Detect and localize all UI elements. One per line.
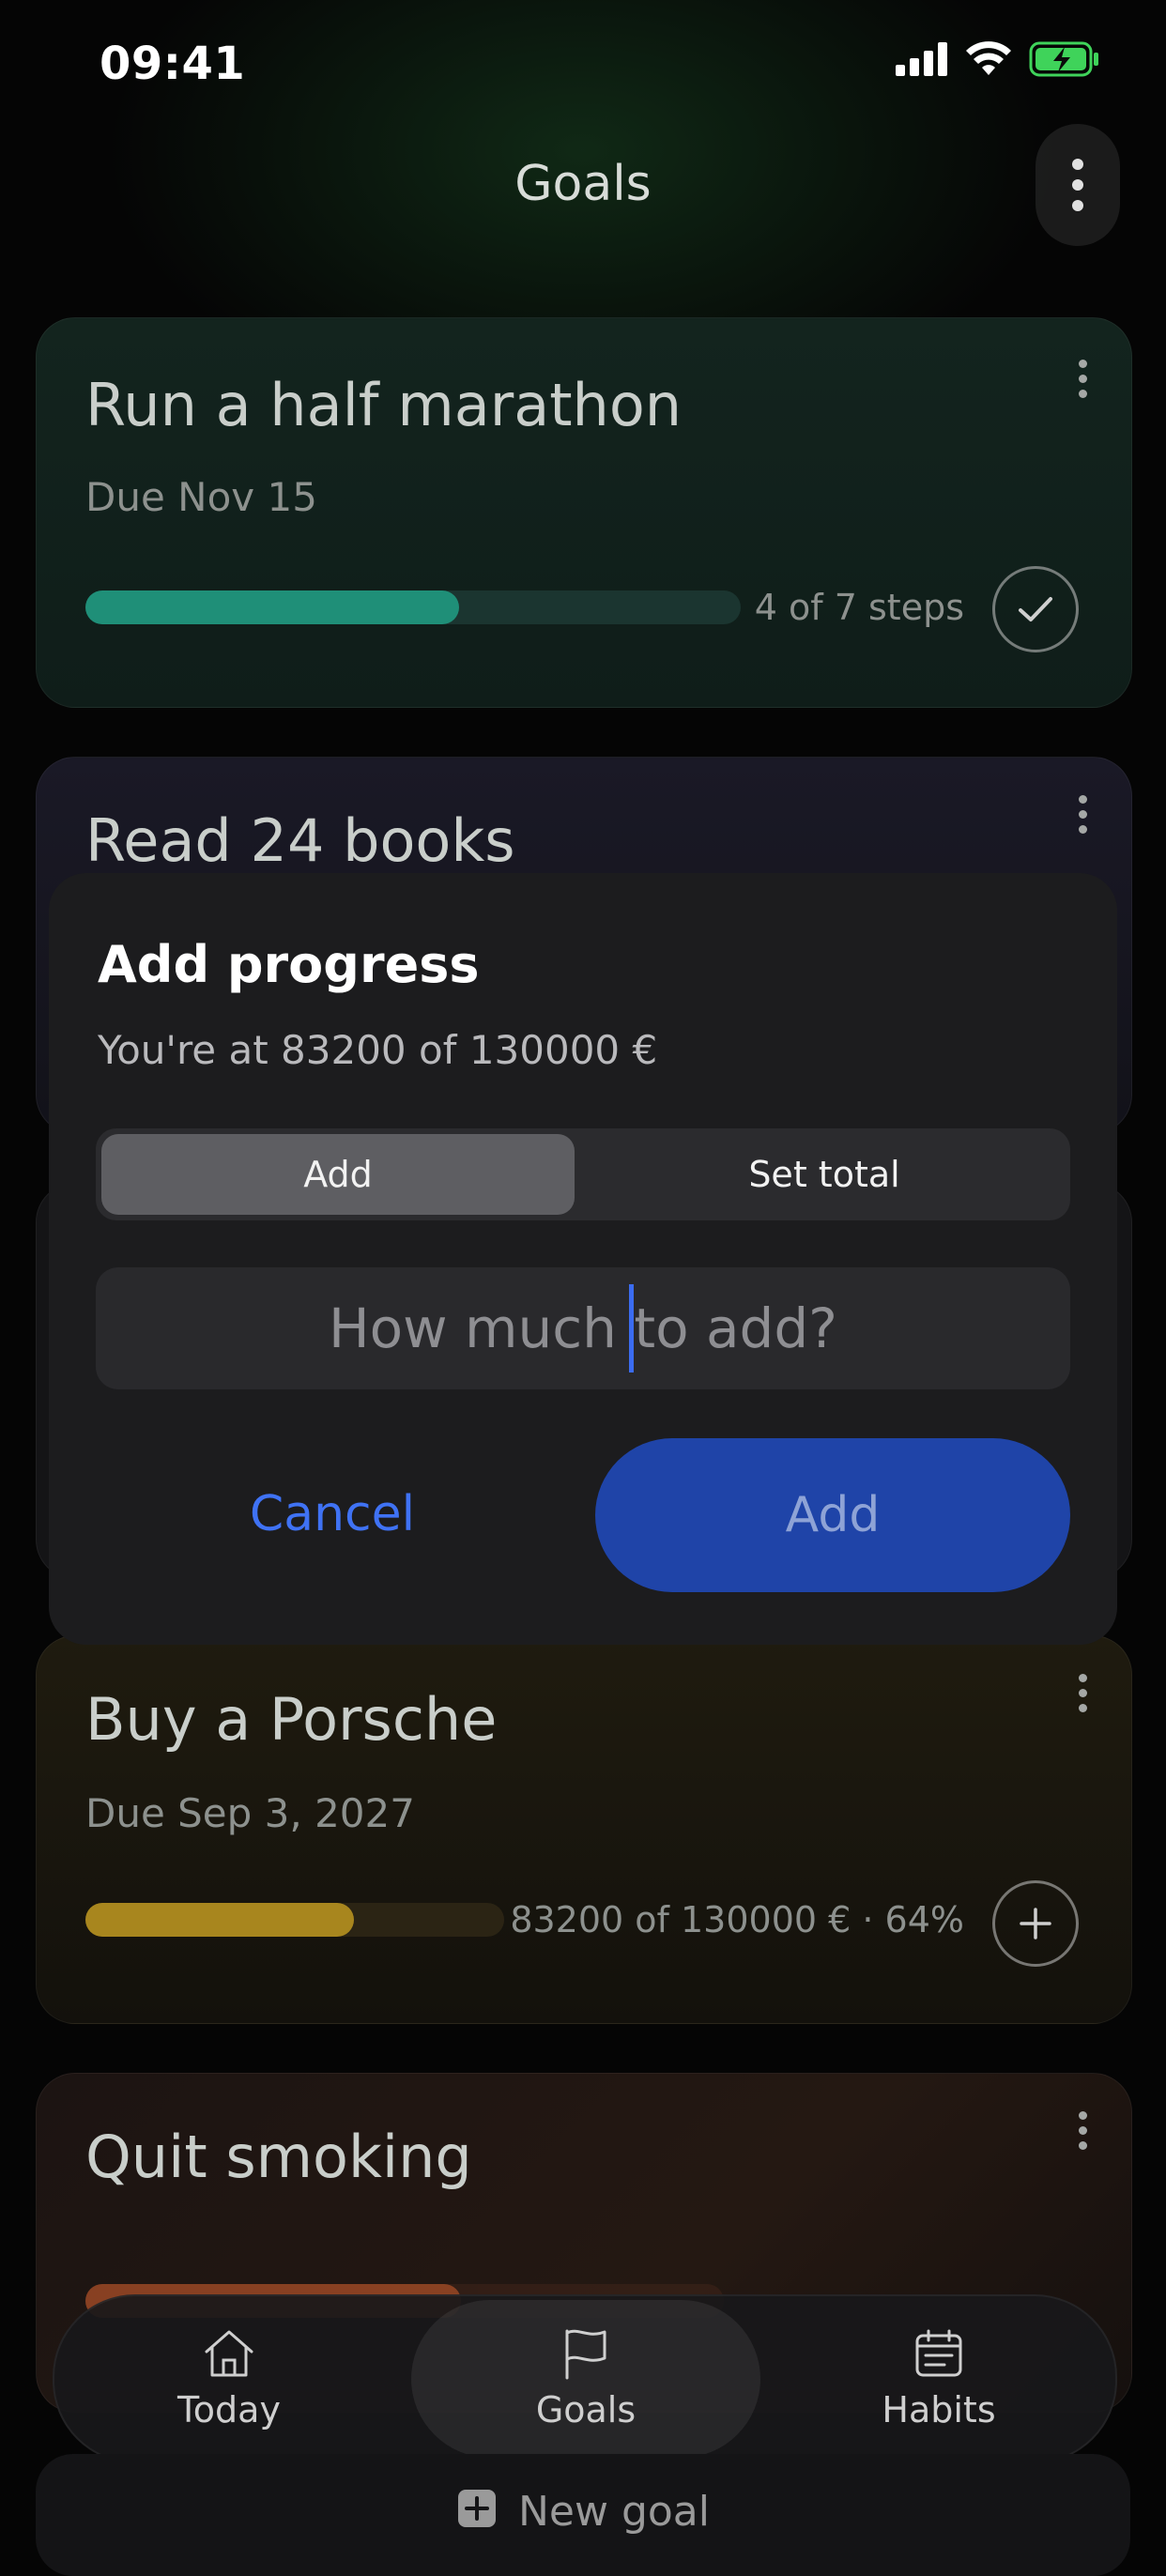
plus-icon — [1020, 1908, 1051, 1940]
dialog-title: Add progress — [98, 935, 480, 994]
status-time: 09:41 — [100, 38, 246, 90]
progress-bar — [85, 1903, 504, 1937]
card-menu-icon[interactable] — [1079, 795, 1090, 834]
calendar-icon — [915, 2329, 962, 2377]
page-title: Goals — [514, 156, 652, 212]
more-dot-icon — [1072, 200, 1083, 211]
progress-fill — [85, 1903, 354, 1937]
goal-due-date: Due Nov 15 — [85, 474, 317, 520]
text-cursor — [629, 1284, 634, 1372]
check-icon — [1019, 597, 1052, 621]
card-menu-icon[interactable] — [1079, 2111, 1090, 2150]
goal-title: Run a half marathon — [85, 371, 683, 439]
goal-card[interactable]: Run a half marathon Due Nov 15 4 of 7 st… — [36, 317, 1132, 708]
amount-input-container — [96, 1266, 1070, 1390]
complete-step-button[interactable] — [992, 566, 1079, 652]
tab-habits[interactable]: Habits — [764, 2296, 1113, 2461]
goal-card[interactable]: Buy a Porsche Due Sep 3, 2027 83200 of 1… — [36, 1635, 1132, 2024]
plus-square-icon — [458, 2490, 496, 2527]
segment-add[interactable]: Add — [101, 1134, 575, 1215]
more-menu-button[interactable] — [1036, 124, 1120, 246]
goal-title: Quit smoking — [85, 2123, 472, 2191]
goal-title: Read 24 books — [85, 806, 515, 875]
tab-bar: Today Goals Habits — [53, 2294, 1117, 2463]
amount-input[interactable] — [96, 1266, 1070, 1390]
more-dot-icon — [1072, 179, 1083, 191]
new-goal-button[interactable]: New goal — [36, 2454, 1130, 2576]
add-progress-dialog: Add progress You're at 83200 of 130000 €… — [49, 873, 1117, 1645]
card-menu-icon[interactable] — [1079, 360, 1090, 398]
segment-set-total[interactable]: Set total — [584, 1134, 1065, 1215]
tab-today-label: Today — [177, 2389, 281, 2430]
tab-goals-label: Goals — [535, 2389, 637, 2430]
new-goal-label: New goal — [518, 2488, 710, 2536]
mode-segmented-control: Add Set total — [96, 1128, 1070, 1220]
tab-habits-label: Habits — [882, 2389, 996, 2430]
flag-icon — [565, 2329, 606, 2380]
tab-today[interactable]: Today — [54, 2296, 404, 2461]
status-bar: 09:41 — [0, 0, 1166, 122]
wifi-icon — [966, 41, 1011, 75]
progress-bar — [85, 590, 741, 624]
add-button[interactable]: Add — [595, 1438, 1070, 1592]
tab-goals[interactable]: Goals — [411, 2300, 760, 2458]
more-dot-icon — [1072, 159, 1083, 170]
card-menu-icon[interactable] — [1079, 1674, 1090, 1712]
add-progress-button[interactable] — [992, 1880, 1079, 1967]
battery-icon — [1029, 41, 1098, 77]
status-icons — [896, 41, 1100, 77]
goal-due-date: Due Sep 3, 2027 — [85, 1790, 415, 1836]
progress-label: 4 of 7 steps — [754, 587, 964, 628]
progress-fill — [85, 590, 459, 624]
progress-label: 83200 of 130000 € · 64% — [510, 1899, 964, 1940]
home-icon — [205, 2330, 253, 2377]
signal-icon — [896, 42, 947, 76]
goal-title: Buy a Porsche — [85, 1685, 498, 1754]
dialog-subtitle: You're at 83200 of 130000 € — [98, 1027, 658, 1073]
cancel-button[interactable]: Cancel — [98, 1438, 567, 1590]
